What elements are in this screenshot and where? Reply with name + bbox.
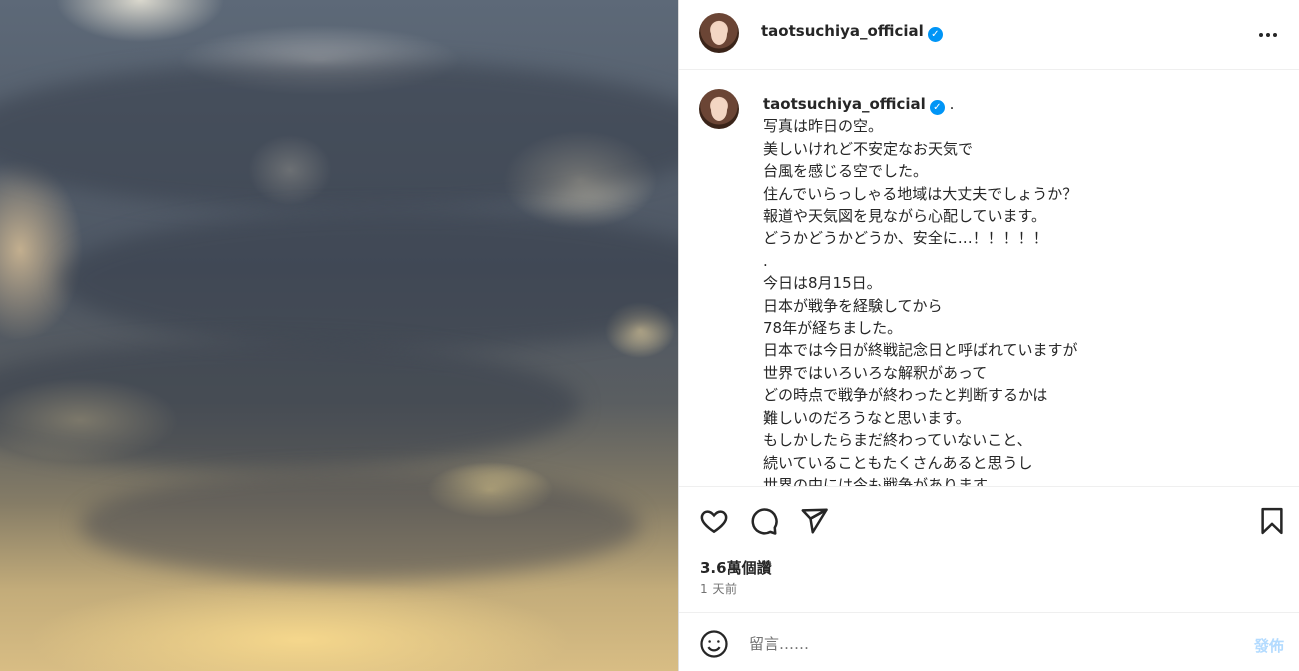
cloud-layer [60,210,678,350]
caption-suffix: . [949,95,955,113]
cloud-layer [0,60,678,210]
caption-text: 写真は昨日の空。 美しいけれど不安定なお天気で 台風を感じる空でした。 住んでい… [763,117,1078,487]
post-header: taotsuchiya_official ✓ [679,0,1299,70]
comment-input[interactable] [749,631,1209,657]
caption-avatar[interactable] [699,89,739,129]
send-icon[interactable] [799,506,831,538]
bookmark-icon[interactable] [1257,506,1289,538]
caption: taotsuchiya_official ✓ . 写真は昨日の空。 美しいけれど不安… [763,93,1263,487]
verified-badge-icon: ✓ [927,27,943,42]
header-username[interactable]: taotsuchiya_official ✓ [761,22,943,42]
like-count[interactable]: 3.6萬個讚 [700,557,772,578]
heart-icon[interactable] [699,506,731,538]
cloud-layer [0,340,580,470]
post-detail-panel: taotsuchiya_official ✓ taotsuchiya_offici… [678,0,1299,671]
verified-badge-icon: ✓ [929,100,945,115]
comment-icon[interactable] [749,506,781,538]
action-bar [679,500,1299,544]
more-options-icon[interactable] [1258,22,1278,43]
post-timestamp[interactable]: 1 天前 [700,580,737,597]
emoji-icon[interactable] [699,629,729,659]
post-image[interactable] [0,0,678,671]
caption-username[interactable]: taotsuchiya_official [763,95,926,113]
cloud-layer [80,470,640,580]
post-comment-button[interactable]: 發佈 [1254,635,1284,656]
avatar[interactable] [699,13,739,53]
caption-area[interactable]: taotsuchiya_official ✓ . 写真は昨日の空。 美しいけれど不安… [679,71,1299,487]
comment-bar: 發佈 [679,612,1299,671]
